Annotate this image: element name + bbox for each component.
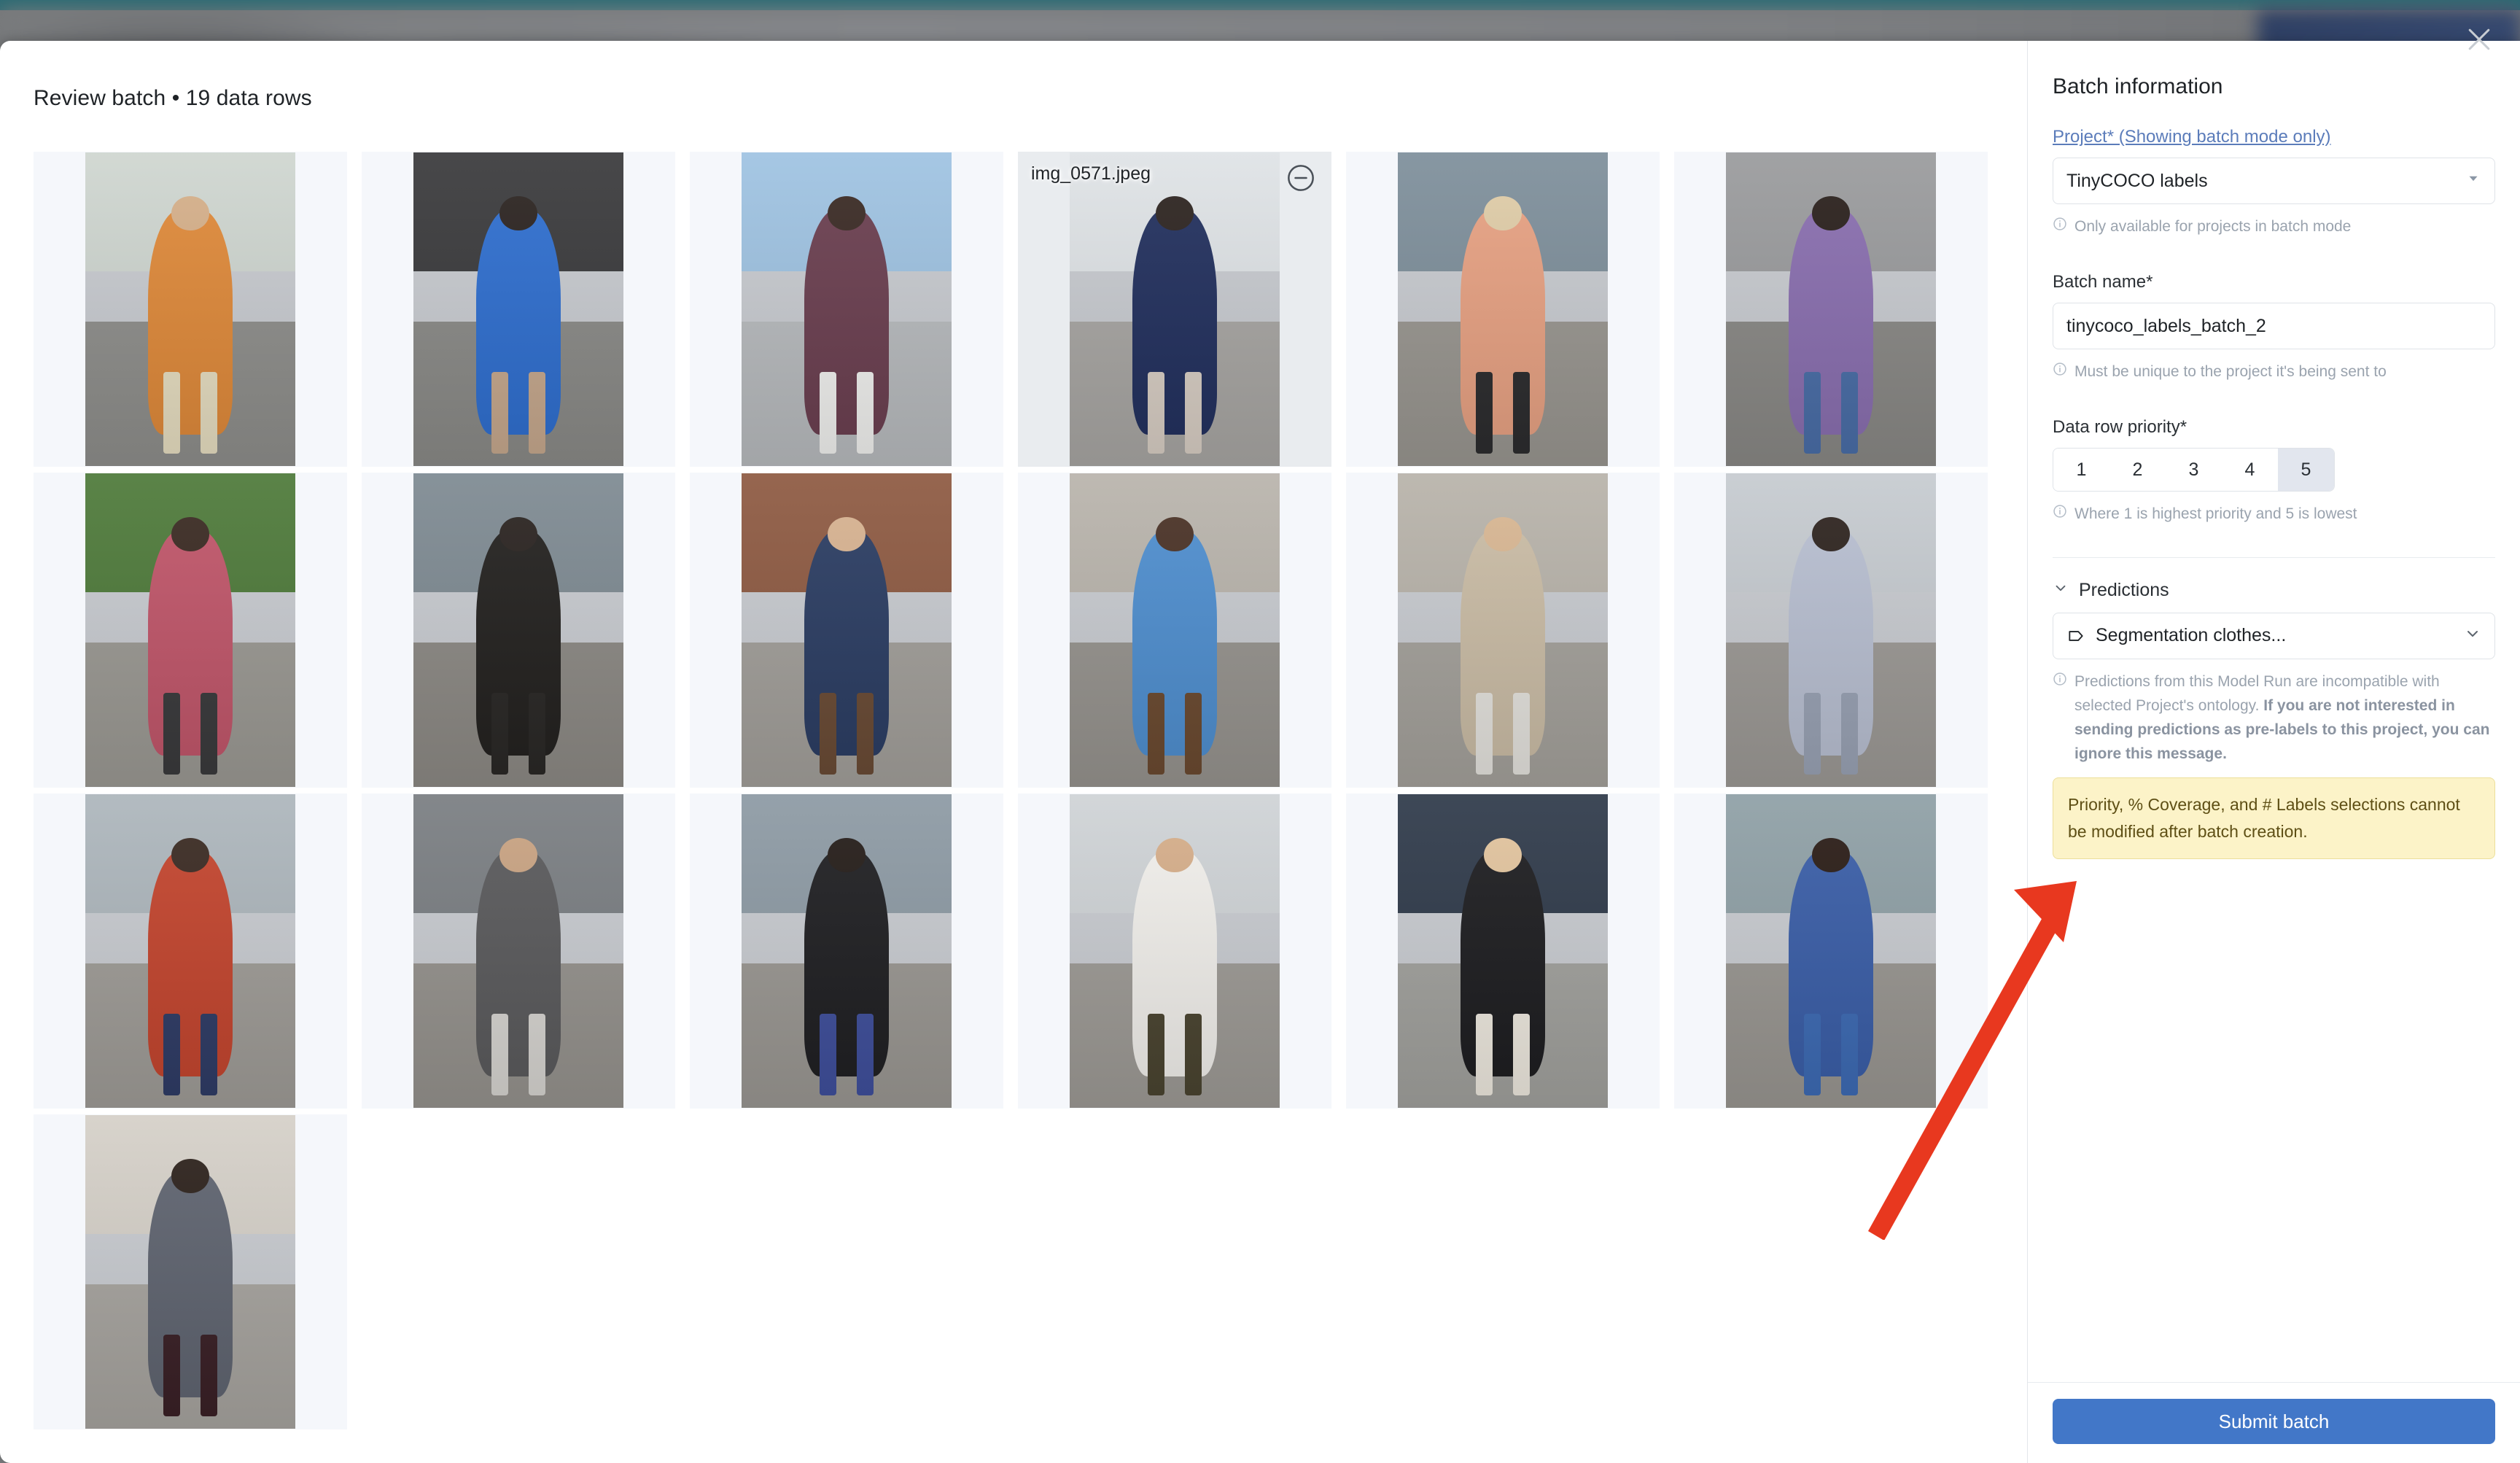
thumbnail-image	[413, 473, 623, 787]
thumbnail-cell[interactable]	[1346, 152, 1660, 467]
predictions-hint: Predictions from this Model Run are inco…	[2053, 670, 2495, 767]
thumbnail-image	[85, 794, 295, 1108]
thumbnail-cell[interactable]	[34, 473, 347, 788]
thumbnail-image	[742, 473, 952, 787]
project-select-value: TinyCOCO labels	[2066, 170, 2208, 191]
thumbnail-cell[interactable]	[34, 1114, 347, 1429]
info-circle-icon	[2053, 217, 2067, 235]
panel-footer: Submit batch	[2028, 1382, 2520, 1463]
tag-icon	[2066, 626, 2085, 645]
thumbnail-image	[1398, 794, 1608, 1108]
thumbnail-cell[interactable]	[1346, 473, 1660, 788]
batch-name-hint: Must be unique to the project it's being…	[2053, 360, 2495, 384]
panel-divider	[2053, 556, 2495, 558]
predictions-section-label: Predictions	[2079, 579, 2169, 600]
thumbnail-cell[interactable]	[690, 152, 1003, 467]
predictions-section-toggle[interactable]: Predictions	[2053, 580, 2495, 601]
thumbnail-image	[1398, 152, 1608, 466]
thumbnail-image	[85, 473, 295, 787]
project-label-link[interactable]: Project* (Showing batch mode only)	[2053, 127, 2495, 147]
priority-label: Data row priority*	[2053, 417, 2188, 438]
thumbnail-cell[interactable]	[1674, 473, 1988, 788]
priority-button-group: 12345	[2053, 448, 2335, 492]
priority-option-5[interactable]: 5	[2278, 449, 2334, 492]
thumbnail-cell[interactable]	[1346, 793, 1660, 1109]
chevron-down-icon	[2053, 580, 2069, 601]
chevron-down-icon	[2465, 171, 2481, 192]
thumbnail-grid: img_0571.jpeg	[34, 152, 2027, 1463]
thumbnail-image	[85, 152, 295, 466]
info-circle-icon	[2053, 672, 2067, 690]
minus-circle-icon[interactable]	[1286, 163, 1315, 196]
thumbnail-image	[742, 152, 952, 466]
thumbnail-image	[1070, 794, 1280, 1108]
app-top-bar	[0, 0, 2520, 10]
batch-name-value: tinycoco_labels_batch_2	[2066, 315, 2266, 336]
chevron-down-icon	[2464, 624, 2481, 647]
thumbnail-image	[742, 794, 952, 1108]
panel-title: Batch information	[2053, 74, 2223, 98]
thumbnail-cell[interactable]	[1674, 793, 1988, 1109]
thumbnail-image	[1070, 152, 1280, 466]
thumbnail-cell[interactable]	[690, 793, 1003, 1109]
priority-hint-text: Where 1 is highest priority and 5 is low…	[2074, 505, 2357, 523]
review-batch-modal: Review batch • 19 data rows img_0571.jpe…	[0, 41, 2520, 1463]
predictions-select-value: Segmentation clothes...	[2096, 625, 2287, 646]
thumbnail-filename: img_0571.jpeg	[1031, 163, 1151, 184]
batch-name-hint-text: Must be unique to the project it's being…	[2074, 363, 2387, 381]
project-hint: Only available for projects in batch mod…	[2053, 214, 2495, 238]
thumbnail-image	[85, 1115, 295, 1429]
priority-option-2[interactable]: 2	[2109, 449, 2166, 492]
thumbnail-cell[interactable]: img_0571.jpeg	[1018, 152, 1331, 467]
batch-immutability-callout: Priority, % Coverage, and # Labels selec…	[2053, 777, 2495, 859]
info-circle-icon	[2053, 504, 2067, 522]
thumbnail-cell[interactable]	[362, 793, 675, 1109]
priority-option-4[interactable]: 4	[2222, 449, 2278, 492]
priority-hint: Where 1 is highest priority and 5 is low…	[2053, 502, 2495, 526]
close-icon[interactable]	[2456, 16, 2502, 63]
info-circle-icon	[2053, 362, 2067, 380]
thumbnail-image	[1398, 473, 1608, 787]
project-select[interactable]: TinyCOCO labels	[2053, 158, 2495, 204]
priority-option-1[interactable]: 1	[2053, 449, 2109, 492]
predictions-select[interactable]: Segmentation clothes...	[2053, 612, 2495, 659]
thumbnail-image	[413, 794, 623, 1108]
priority-option-3[interactable]: 3	[2166, 449, 2222, 492]
thumbnail-image	[1726, 152, 1936, 466]
thumbnail-image	[1726, 794, 1936, 1108]
thumbnail-cell[interactable]	[362, 473, 675, 788]
project-hint-text: Only available for projects in batch mod…	[2074, 218, 2352, 235]
thumbnail-cell[interactable]	[1018, 473, 1331, 788]
thumbnail-image	[1070, 473, 1280, 787]
batch-information-panel: Batch information Project* (Showing batc…	[2027, 41, 2520, 1463]
thumbnail-cell[interactable]	[34, 152, 347, 467]
batch-name-label: Batch name*	[2053, 272, 2153, 292]
thumbnail-cell[interactable]	[34, 793, 347, 1109]
thumbnail-cell[interactable]	[1018, 793, 1331, 1109]
thumbnail-cell[interactable]	[1674, 152, 1988, 467]
panel-scroll-area: Batch information Project* (Showing batc…	[2028, 41, 2520, 1382]
thumbnail-image	[413, 152, 623, 466]
thumbnail-cell[interactable]	[690, 473, 1003, 788]
grid-header: Review batch • 19 data rows	[34, 86, 312, 110]
thumbnail-cell[interactable]	[362, 152, 675, 467]
batch-name-input[interactable]: tinycoco_labels_batch_2	[2053, 303, 2495, 350]
submit-batch-button[interactable]: Submit batch	[2053, 1399, 2495, 1444]
thumbnail-image	[1726, 473, 1936, 787]
thumbnail-grid-pane: Review batch • 19 data rows img_0571.jpe…	[0, 41, 2027, 1463]
